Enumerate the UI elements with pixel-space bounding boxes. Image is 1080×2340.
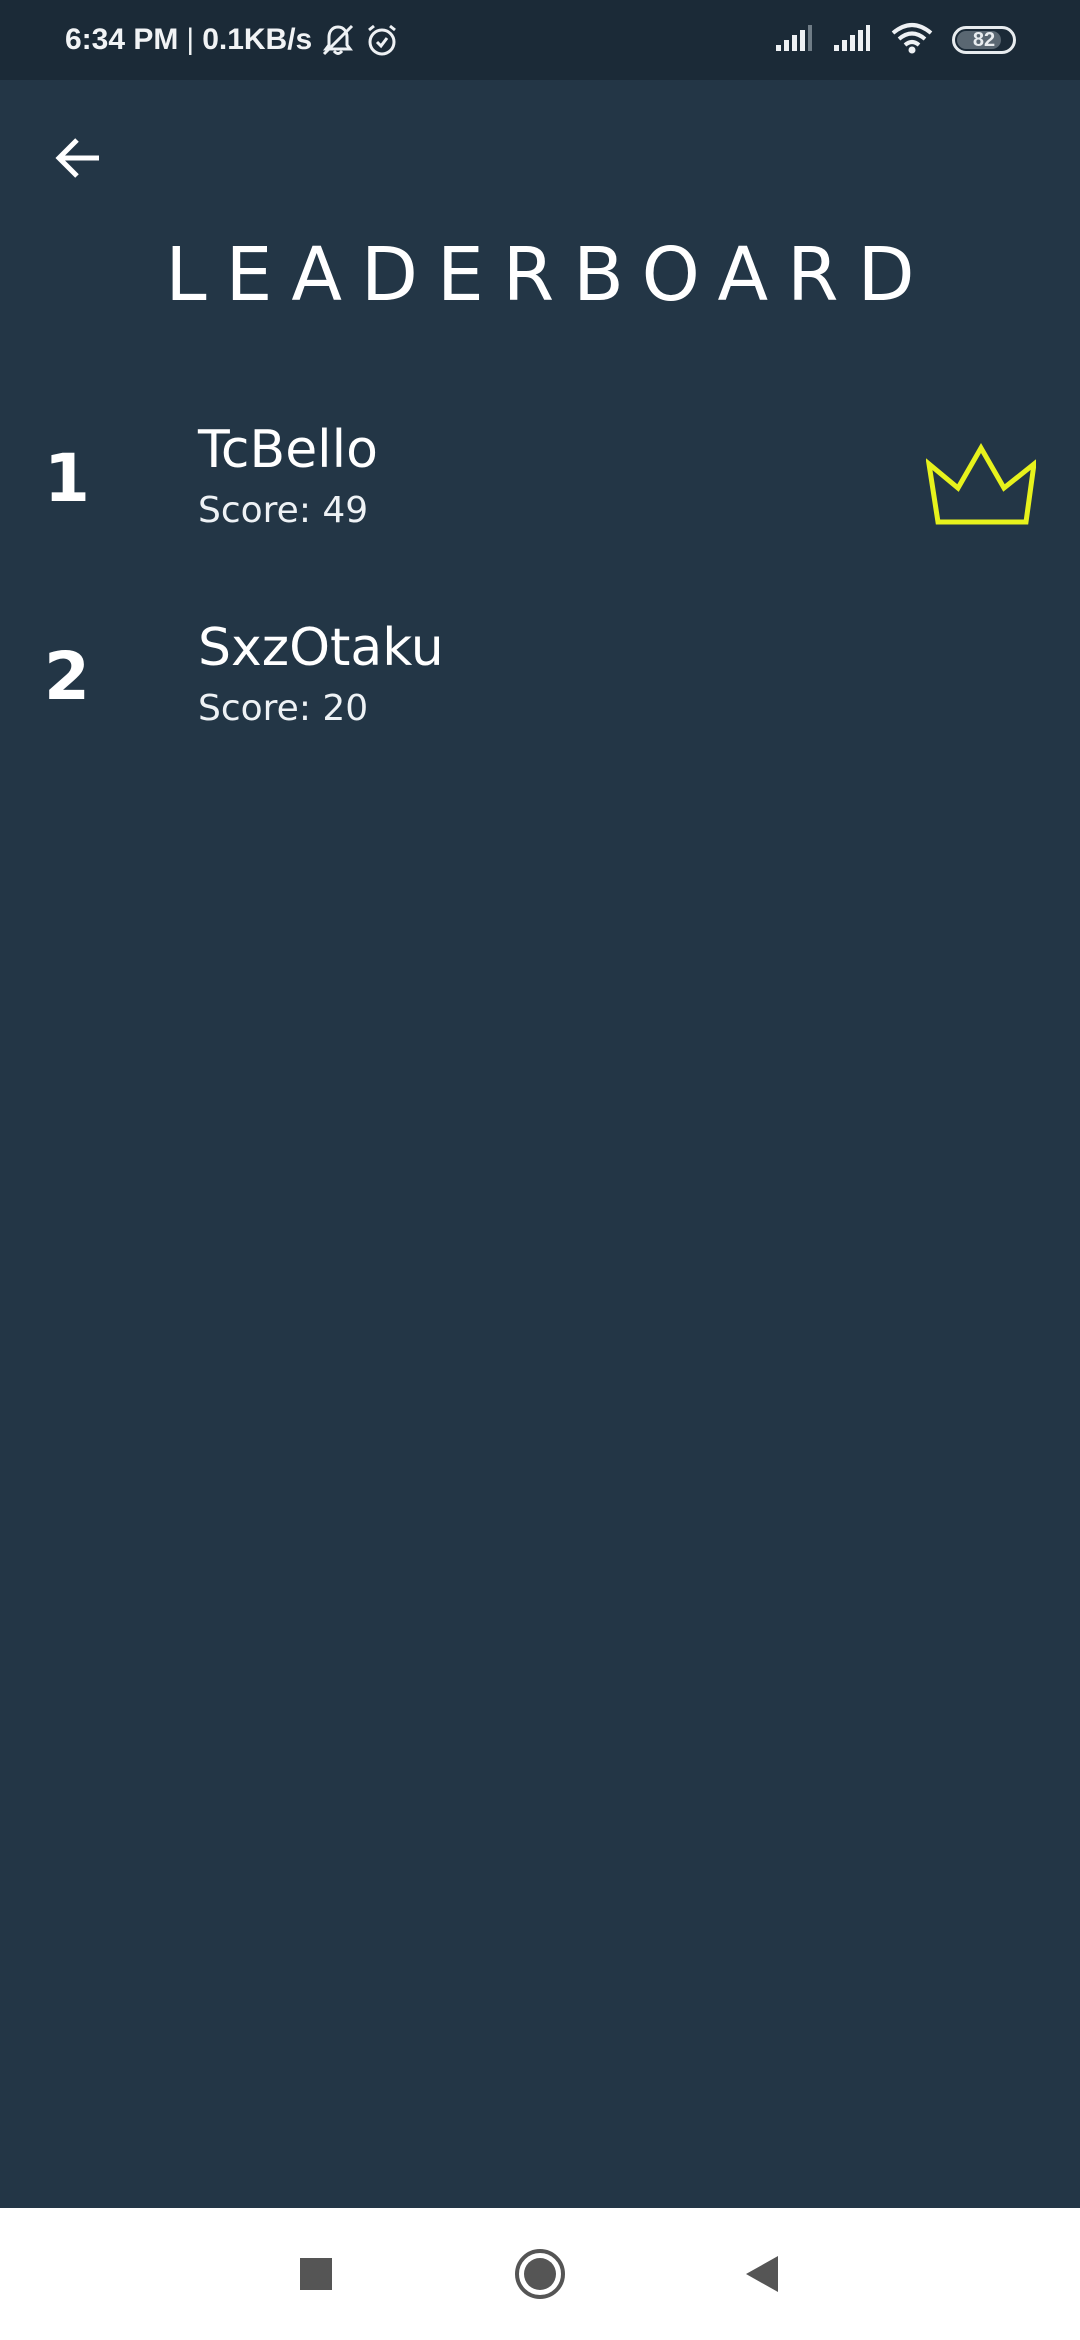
crown-icon bbox=[926, 442, 1036, 525]
rank-number: 2 bbox=[44, 638, 90, 715]
status-network-speed: 0.1KB/s bbox=[202, 23, 313, 56]
alarm-icon bbox=[364, 22, 400, 58]
player-score: Score: 20 bbox=[198, 688, 369, 729]
rank-number: 1 bbox=[44, 440, 90, 517]
battery-icon: 82 bbox=[952, 26, 1016, 54]
status-time: 6:34 PM bbox=[65, 23, 179, 56]
leaderboard-row[interactable]: 2 SxzOtaku Score: 20 bbox=[0, 618, 1080, 778]
status-left: 6:34 PM | 0.1KB/s bbox=[65, 0, 400, 80]
home-button[interactable] bbox=[500, 2208, 580, 2340]
player-score: Score: 49 bbox=[198, 490, 369, 531]
wifi-icon bbox=[890, 22, 934, 58]
bell-muted-icon bbox=[320, 22, 356, 58]
signal-icon bbox=[774, 23, 814, 57]
signal-icon bbox=[832, 23, 872, 57]
nav-back-button[interactable] bbox=[722, 2208, 802, 2340]
recents-square-icon bbox=[300, 2258, 332, 2290]
player-name: TcBello bbox=[198, 420, 378, 480]
leaderboard-row[interactable]: 1 TcBello Score: 49 bbox=[0, 420, 1080, 580]
status-right: 82 bbox=[774, 0, 1016, 80]
battery-level: 82 bbox=[972, 28, 996, 51]
arrow-left-icon bbox=[55, 138, 99, 178]
status-bar: 6:34 PM | 0.1KB/s 82 bbox=[0, 0, 1080, 80]
player-name: SxzOtaku bbox=[198, 618, 444, 678]
home-circle-icon bbox=[515, 2249, 565, 2299]
navigation-bar bbox=[0, 2208, 1080, 2340]
status-separator: | bbox=[186, 23, 195, 56]
recents-button[interactable] bbox=[276, 2208, 356, 2340]
back-button[interactable] bbox=[50, 130, 106, 186]
back-triangle-icon bbox=[746, 2256, 778, 2292]
page-title: LEADERBOARD bbox=[165, 232, 934, 318]
